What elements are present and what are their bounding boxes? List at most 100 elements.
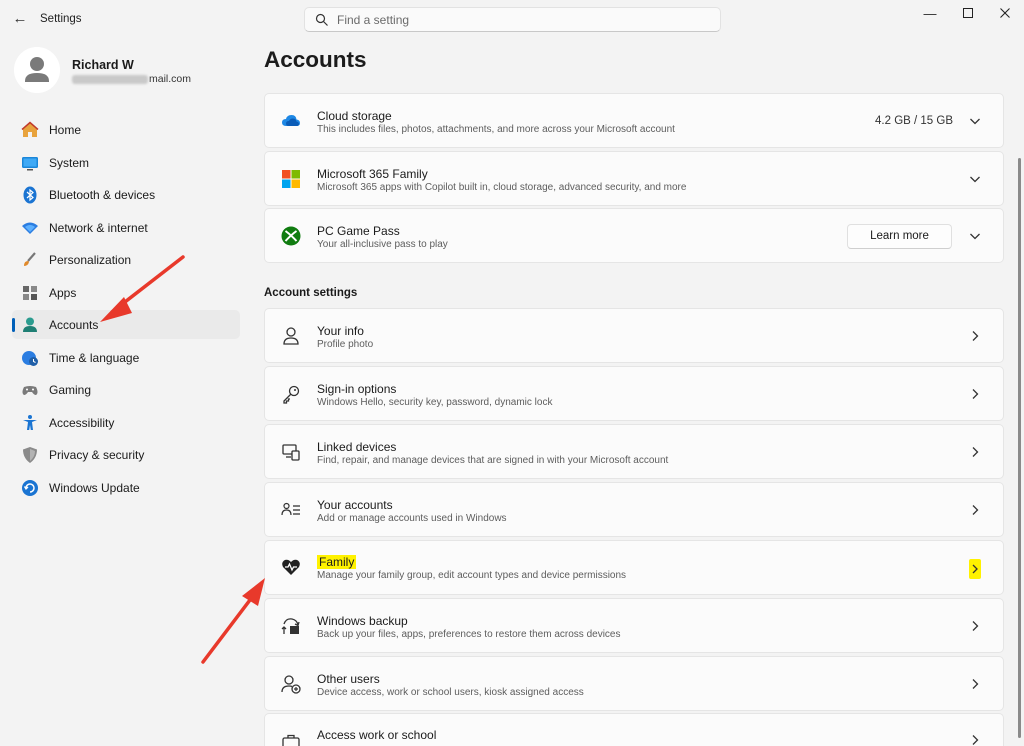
card-subtitle: Microsoft 365 apps with Copilot built in… [317,182,687,193]
home-icon [21,121,39,137]
card-title: Other users [317,672,380,686]
windows-backup-row[interactable]: Windows backup Back up your files, apps,… [264,598,1004,653]
user-avatar-icon [14,47,60,93]
sidebar-item-accounts[interactable]: Accounts [12,310,240,339]
sidebar-item-personalization[interactable]: Personalization [12,245,240,274]
card-title: Sign-in options [317,382,397,396]
maximize-button[interactable] [950,4,986,24]
pc-game-pass-card[interactable]: PC Game Pass Your all-inclusive pass to … [264,208,1004,263]
xbox-icon [281,226,301,246]
family-heart-icon [282,559,300,575]
search-box[interactable]: Find a setting [304,7,721,32]
microsoft-365-card[interactable]: Microsoft 365 Family Microsoft 365 apps … [264,151,1004,206]
card-subtitle: Find, repair, and manage devices that ar… [317,455,669,466]
access-work-school-row[interactable]: Access work or school [264,713,1004,746]
minimize-button[interactable]: — [912,4,948,24]
chevron-right-icon[interactable] [967,444,983,460]
update-icon [22,479,38,496]
avatar[interactable] [14,47,60,93]
card-subtitle: Profile photo [317,339,374,350]
chevron-down-icon[interactable] [967,171,983,187]
your-info-row[interactable]: Your info Profile photo [264,308,1004,363]
profile-email: mail.com [72,73,191,85]
card-title: Linked devices [317,440,397,454]
chevron-right-icon[interactable] [967,618,983,634]
accessibility-icon [23,414,37,430]
cloud-storage-card[interactable]: Cloud storage This includes files, photo… [264,93,1004,148]
maximize-icon [963,8,973,18]
globe-clock-icon [22,350,38,366]
other-users-row[interactable]: Other users Device access, work or schoo… [264,656,1004,711]
microsoft-logo-icon [282,170,300,188]
card-subtitle: Back up your files, apps, preferences to… [317,629,621,640]
sidebar-item-system[interactable]: System [12,148,240,177]
sidebar-item-privacy-security[interactable]: Privacy & security [12,440,240,469]
family-row[interactable]: Family Manage your family group, edit ac… [264,540,1004,595]
brush-icon [24,252,36,266]
bluetooth-icon [23,186,37,204]
card-title: Your info [317,324,364,338]
card-title: Your accounts [317,498,393,512]
chevron-down-icon[interactable] [967,113,983,129]
gamepad-icon [22,386,38,395]
profile-name: Richard W [72,58,134,72]
card-title: Microsoft 365 Family [317,167,428,181]
sidebar-item-apps[interactable]: Apps [12,278,240,307]
storage-usage: 4.2 GB / 15 GB [875,115,953,127]
card-subtitle: Manage your family group, edit account t… [317,570,627,581]
arrow-to-family [201,578,265,664]
app-title: Settings [40,13,82,25]
network-icon [22,222,38,234]
backup-icon [281,618,300,634]
close-button[interactable] [987,4,1023,24]
card-subtitle: Device access, work or school users, kio… [317,687,584,698]
card-title: Windows backup [317,614,408,628]
sidebar-nav: Home System Bluetooth & devices Network … [12,115,240,505]
chevron-right-icon[interactable] [969,559,981,579]
chevron-right-icon[interactable] [967,676,983,692]
chevron-right-icon[interactable] [967,328,983,344]
sidebar-item-windows-update[interactable]: Windows Update [12,473,240,502]
close-icon [1000,8,1010,18]
search-icon [315,13,328,26]
learn-more-button[interactable]: Learn more [847,224,952,249]
people-list-icon [281,502,300,516]
devices-icon [282,444,300,461]
card-title: Cloud storage [317,109,392,123]
sign-in-options-row[interactable]: Sign-in options Windows Hello, security … [264,366,1004,421]
accounts-icon [23,317,37,332]
chevron-right-icon[interactable] [967,386,983,402]
cloud-icon [282,115,300,126]
chevron-right-icon[interactable] [967,732,983,746]
page-title: Accounts [264,47,367,72]
card-subtitle: Windows Hello, security key, password, d… [317,397,553,408]
your-accounts-row[interactable]: Your accounts Add or manage accounts use… [264,482,1004,537]
sidebar-item-network[interactable]: Network & internet [12,213,240,242]
card-title: PC Game Pass [317,224,400,238]
key-icon [283,385,300,404]
chevron-down-icon[interactable] [967,228,983,244]
briefcase-icon [282,734,300,746]
card-subtitle: This includes files, photos, attachments… [317,124,675,135]
redacted-email [72,74,148,84]
shield-icon [23,447,37,463]
title-bar: ← Settings Find a setting — [0,0,1024,40]
system-icon [22,156,38,170]
back-arrow-icon[interactable]: ← [10,10,30,28]
apps-icon [23,285,37,300]
card-title: Family [317,555,357,569]
scrollbar[interactable] [1018,158,1021,738]
add-person-icon [281,675,301,694]
linked-devices-row[interactable]: Linked devices Find, repair, and manage … [264,424,1004,479]
sidebar-item-gaming[interactable]: Gaming [12,375,240,404]
person-icon [283,327,299,345]
sidebar-item-bluetooth[interactable]: Bluetooth & devices [12,180,240,209]
card-subtitle: Your all-inclusive pass to play [317,239,448,250]
sidebar-item-home[interactable]: Home [12,115,240,144]
card-subtitle: Add or manage accounts used in Windows [317,513,507,524]
chevron-right-icon[interactable] [967,502,983,518]
sidebar-item-time-language[interactable]: Time & language [12,343,240,372]
sidebar-item-accessibility[interactable]: Accessibility [12,408,240,437]
search-input[interactable]: Find a setting [337,13,409,27]
card-title: Access work or school [317,728,437,742]
